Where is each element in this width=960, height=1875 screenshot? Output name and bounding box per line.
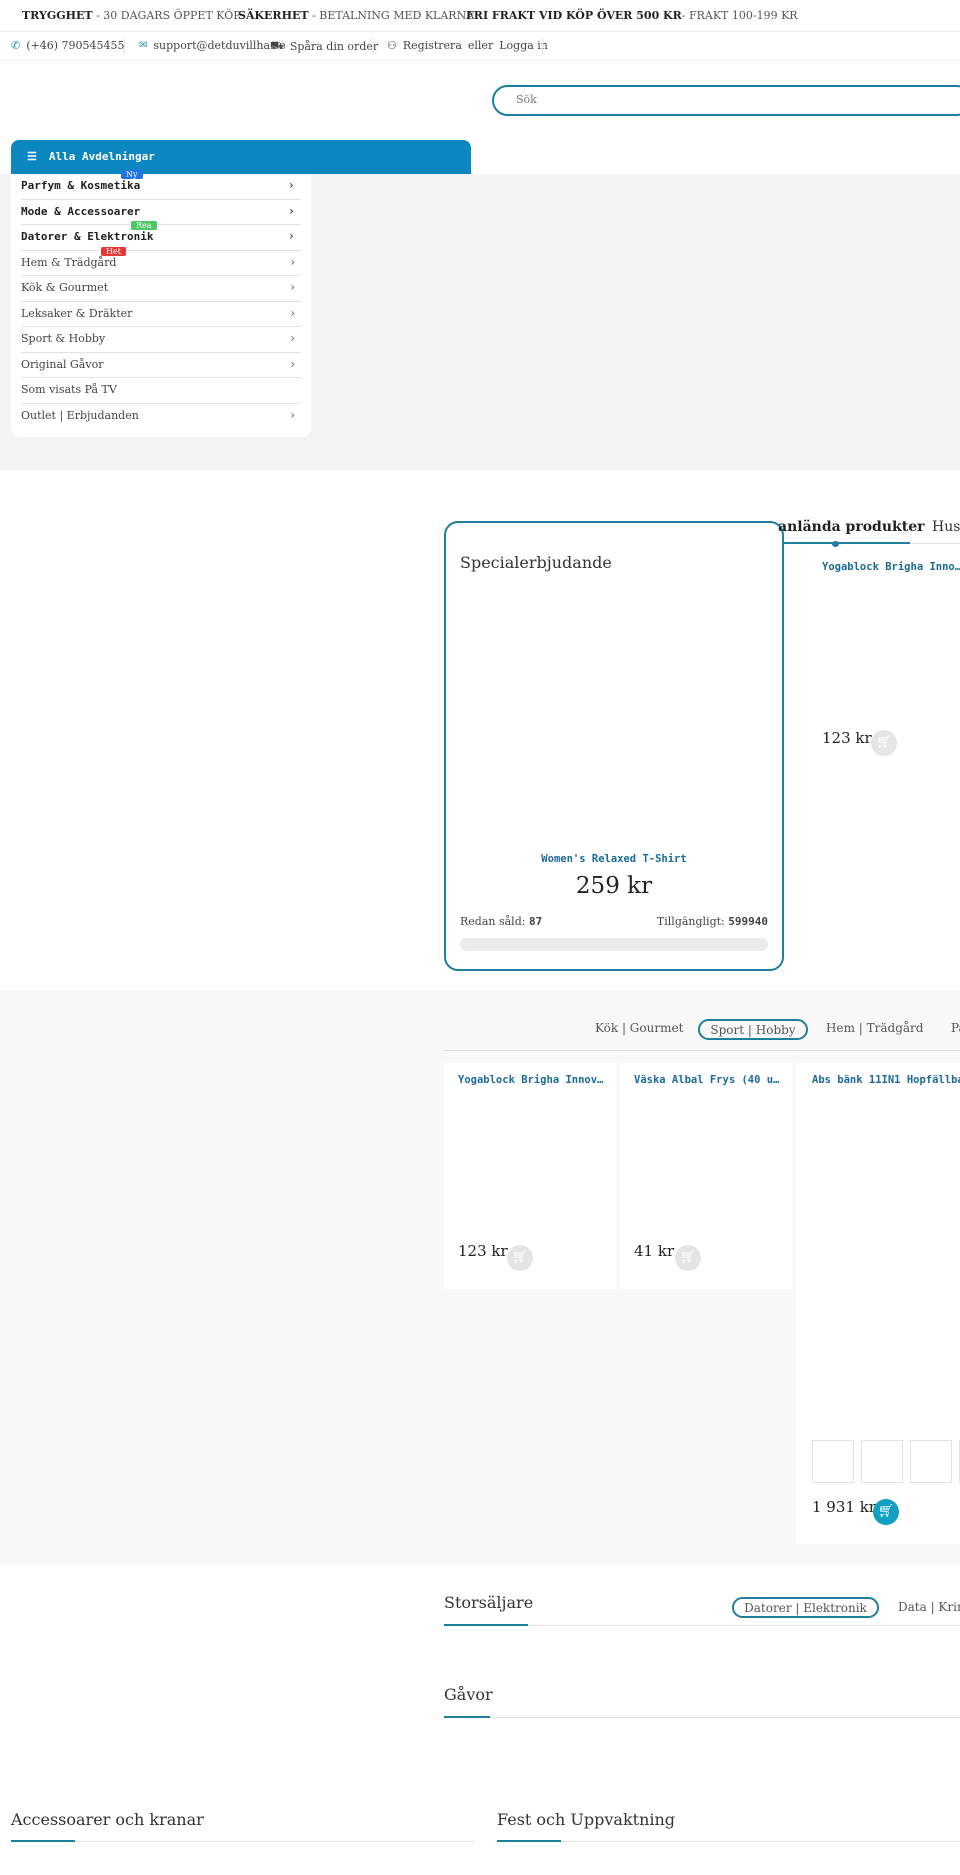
chevron-right-icon: › [290, 254, 295, 269]
login-link[interactable]: Logga in [499, 39, 548, 52]
department-label: Datorer & Elektronik [21, 230, 154, 243]
department-label: Leksaker & Dräkter [21, 306, 133, 320]
user-icon: ⚇ [387, 39, 397, 52]
department-item[interactable]: Leksaker & Dräkter › [21, 302, 301, 327]
special-offer-title: Specialerbjudande [460, 553, 612, 572]
available-count: Tillgängligt: 599940 [656, 915, 768, 928]
email-link[interactable]: ✉ support@detduvillha.se [139, 39, 286, 52]
product-price: 1 931 kr [812, 1498, 876, 1516]
usp-bar: TRYGGHET - 30 DAGARS ÖPPET KÖP SÄKERHET … [0, 0, 960, 32]
all-departments-button[interactable]: ☰ Alla Avdelningar [11, 140, 471, 174]
filter-tab-sport-active[interactable]: Sport | Hobby [698, 1019, 808, 1040]
truck-icon: ⛟ [270, 39, 284, 52]
department-item[interactable]: Kök & Gourmet › [21, 276, 301, 302]
product-thumbnail[interactable] [861, 1440, 903, 1483]
product-name[interactable]: Abs bänk 11IN1 Hopfällbar [812, 1074, 960, 1086]
chevron-right-icon: › [290, 331, 295, 345]
filter-tab-more[interactable]: Pa [951, 1021, 960, 1035]
tab-new-arrivals[interactable]: anlända produkter [778, 519, 924, 535]
stock-progress-bar [460, 938, 768, 951]
product-price: 123 kr [458, 1242, 508, 1260]
filter-tab-hem[interactable]: Hem | Trädgård [826, 1021, 923, 1035]
add-to-cart-icon[interactable]: 🛒︎ [507, 1245, 533, 1271]
product-thumbnail[interactable] [812, 1440, 854, 1483]
chevron-right-icon: › [287, 178, 295, 192]
product-name[interactable]: Väska Albal Frys (40 ud… [634, 1074, 780, 1086]
arrival-product-price: 123 kr [822, 729, 872, 747]
department-item[interactable]: Sport & Hobby › [21, 327, 301, 353]
info-bar: ✆ (+46) 790545455 ✉ support@detduvillha.se… [0, 32, 960, 61]
department-label: Hem & Trädgård [21, 255, 117, 269]
department-item[interactable]: Mode & Accessoarer › [21, 200, 301, 225]
department-badge: Rea [131, 221, 157, 230]
department-item[interactable]: Datorer & Elektronik Rea › [21, 221, 301, 251]
chevron-right-icon: › [287, 229, 295, 243]
product-card[interactable]: Yogablock Brigha Innova… 123 kr 🛒︎ [444, 1063, 616, 1289]
department-item[interactable]: Outlet | Erbjudanden › [21, 404, 301, 430]
usp-trygghet: TRYGGHET - 30 DAGARS ÖPPET KÖP [22, 9, 241, 22]
chevron-right-icon: › [290, 356, 295, 371]
chevron-right-icon: › [290, 407, 295, 422]
department-label: Sport & Hobby [21, 332, 106, 345]
department-label: Som visats På TV [21, 383, 117, 396]
department-label: Kök & Gourmet [21, 281, 109, 294]
sold-count: Redan såld: 87 [460, 915, 543, 928]
product-name[interactable]: Yogablock Brigha Innova… [458, 1074, 604, 1086]
bestseller-tab-data[interactable]: Data | Krin [898, 1600, 960, 1614]
department-item[interactable]: Original Gåvor › [21, 353, 301, 378]
product-card[interactable]: Väska Albal Frys (40 ud… 41 kr 🛒︎ [620, 1063, 792, 1289]
special-offer-card[interactable]: Specialerbjudande Women's Relaxed T-Shir… [444, 521, 784, 971]
chevron-right-icon: › [290, 305, 295, 320]
bestseller-tab-datorer-active[interactable]: Datorer | Elektronik [732, 1597, 879, 1618]
department-label: Parfym & Kosmetika [21, 179, 141, 192]
department-badge: Ny [121, 170, 143, 179]
department-item[interactable]: Parfym & Kosmetika Ny › [21, 170, 301, 200]
accessories-title: Accessoarer och kranar [11, 1810, 204, 1829]
product-card[interactable]: Abs bänk 11IN1 Hopfällbar 1 931 kr 🛒︎ [796, 1063, 960, 1544]
arrival-product-name[interactable]: Yogablock Brigha Innova [822, 561, 960, 573]
usp-sakerhet: SÄKERHET - BETALNING MED KLARNA [238, 9, 475, 22]
department-item[interactable]: Som visats På TV [21, 378, 301, 404]
filter-tab-kok[interactable]: Kök | Gourmet [595, 1021, 683, 1035]
phone-link[interactable]: ✆ (+46) 790545455 [11, 39, 125, 52]
track-order-link[interactable]: ⛟ Spåra din order [270, 39, 378, 54]
bestsellers-title: Storsäljare [444, 1593, 534, 1612]
chevron-right-icon: › [287, 203, 295, 218]
department-label: Outlet | Erbjudanden [21, 408, 139, 422]
party-title: Fest och Uppvaktning [497, 1810, 676, 1829]
add-to-cart-icon[interactable]: 🛒︎ [871, 730, 897, 756]
department-label: Original Gåvor [21, 357, 104, 371]
account-links: ⚇ Registrera eller Logga in [387, 39, 548, 52]
chevron-right-icon: › [290, 280, 295, 294]
product-price: 41 kr [634, 1242, 675, 1260]
department-item[interactable]: Hem & Trädgård Het › [21, 246, 301, 276]
register-link[interactable]: Registrera [403, 39, 462, 52]
gifts-title: Gåvor [444, 1685, 493, 1704]
department-menu: Parfym & Kosmetika Ny › Mode & Accessoarer ›… [11, 170, 311, 437]
product-thumbnail[interactable] [910, 1440, 952, 1483]
usp-frakt: FRI FRAKT VID KÖP ÖVER 500 KR- FRAKT 100… [466, 9, 798, 22]
mail-icon: ✉ [139, 40, 148, 51]
tab-hus[interactable]: Hus [932, 519, 960, 535]
department-label: Mode & Accessoarer [21, 204, 141, 218]
add-to-cart-icon[interactable]: 🛒︎ [675, 1245, 701, 1271]
search-input[interactable]: Sök [492, 85, 960, 116]
special-product-name[interactable]: Women's Relaxed T-Shirt [446, 853, 782, 865]
add-to-cart-icon[interactable]: 🛒︎ [873, 1499, 899, 1525]
department-badge: Het [101, 246, 126, 256]
list-icon: ☰ [27, 150, 37, 163]
phone-icon: ✆ [11, 39, 21, 52]
special-product-price: 259 kr [575, 873, 653, 899]
